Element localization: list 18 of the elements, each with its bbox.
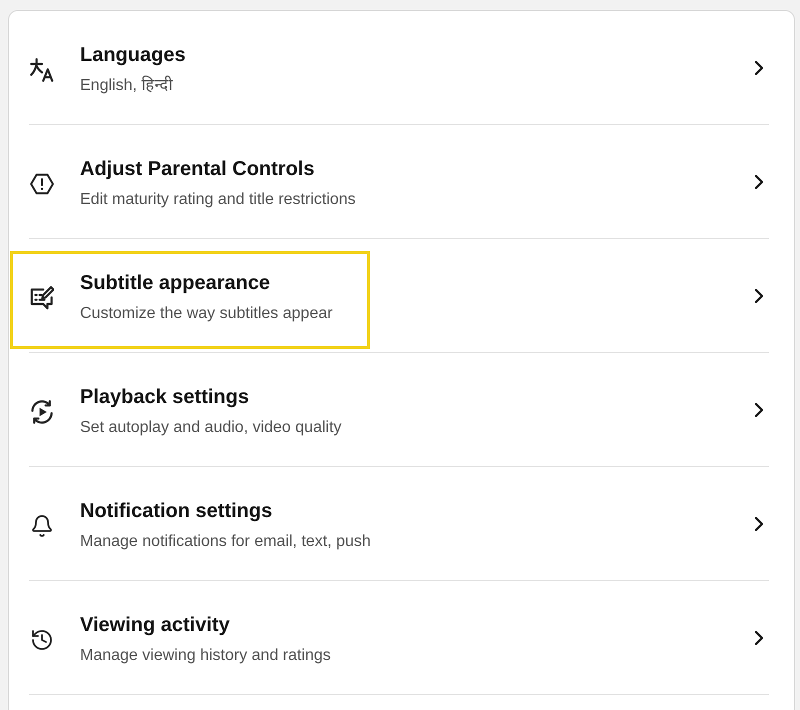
circular-arrows-play-icon	[30, 400, 54, 424]
bell-icon	[30, 514, 54, 538]
translate-icon	[30, 58, 54, 82]
setting-description: Set autoplay and audio, video quality	[80, 418, 342, 438]
setting-description: Customize the way subtitles appear	[80, 304, 333, 324]
setting-description: English, हिन्दी	[80, 76, 174, 96]
setting-description: Manage notifications for email, text, push	[80, 532, 371, 552]
setting-title: Viewing activity	[80, 613, 231, 637]
hexagon-alert-icon	[30, 172, 54, 196]
setting-title: Subtitle appearance	[80, 271, 272, 295]
setting-title: Playback settings	[80, 385, 250, 409]
speech-bubble-pencil-icon	[30, 286, 54, 310]
setting-description: Manage viewing history and ratings	[80, 646, 331, 666]
setting-title: Languages	[80, 43, 186, 67]
setting-title: Notification settings	[80, 499, 274, 523]
setting-description: Edit maturity rating and title restrictions	[80, 190, 356, 210]
setting-title: Adjust Parental Controls	[80, 157, 316, 181]
history-icon	[30, 628, 54, 652]
